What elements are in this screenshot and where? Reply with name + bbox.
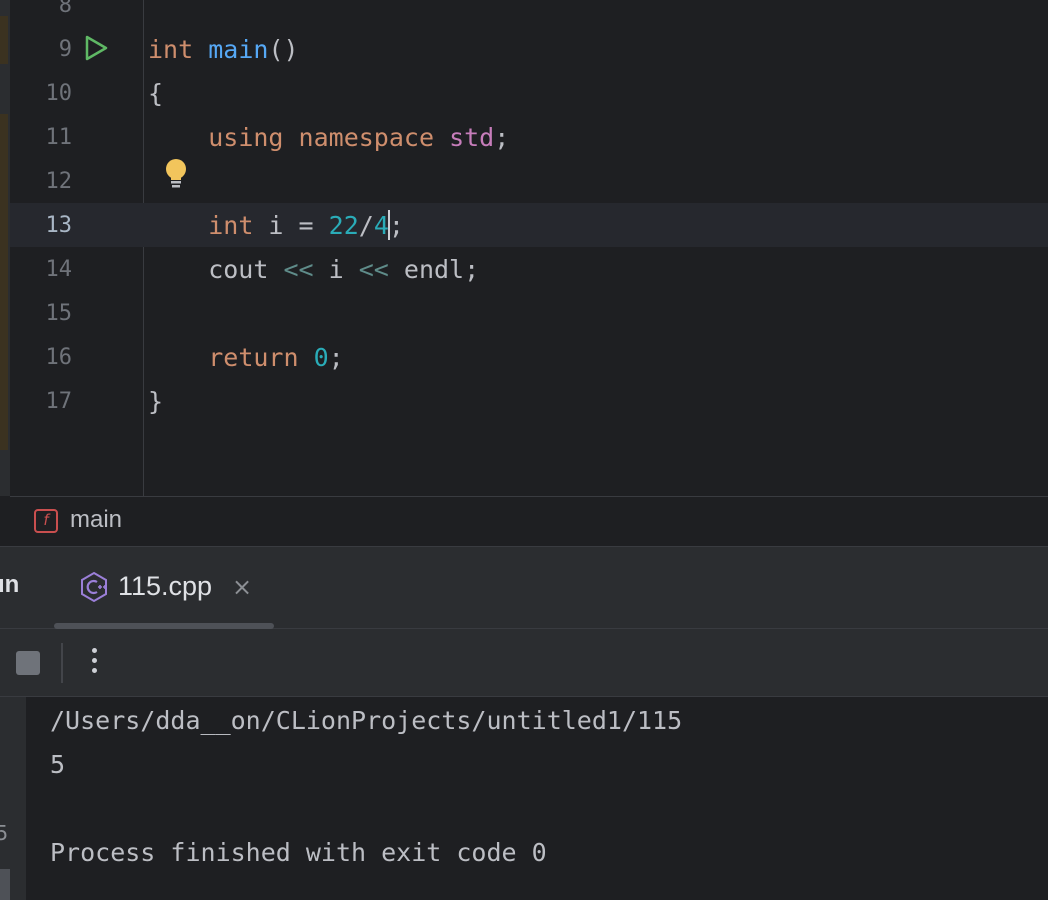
code-token: 4 bbox=[373, 211, 389, 240]
function-icon: f bbox=[34, 509, 58, 533]
tool-window-title: un bbox=[0, 571, 20, 598]
console-output[interactable]: 5 /Users/dda__on/CLionProjects/untitled1… bbox=[0, 697, 1048, 900]
code-line[interactable]: cout << i << endl; bbox=[148, 248, 479, 292]
line-number[interactable]: 16 bbox=[10, 336, 73, 380]
code-line[interactable]: { bbox=[148, 72, 163, 116]
code-token: / bbox=[358, 211, 374, 240]
line-number[interactable]: 8 bbox=[10, 0, 72, 28]
run-tab-bar: un 115.cpp × bbox=[0, 547, 1048, 629]
gutter-scroll-thumb[interactable] bbox=[0, 869, 10, 900]
code-line[interactable]: int i = 22/4; bbox=[148, 204, 404, 248]
code-token: 22 bbox=[328, 211, 359, 240]
run-toolbar bbox=[0, 629, 1048, 697]
code-token: endl; bbox=[388, 255, 480, 284]
toolbar-separator bbox=[61, 643, 63, 683]
console-line: Process finished with exit code 0 bbox=[50, 838, 547, 867]
left-tool-strip bbox=[0, 0, 10, 496]
code-token: i = bbox=[253, 211, 329, 240]
code-token: 0 bbox=[313, 343, 329, 372]
code-token: ; bbox=[388, 211, 404, 240]
gutter-divider bbox=[143, 0, 144, 496]
close-icon[interactable]: × bbox=[232, 573, 252, 601]
more-options-icon[interactable] bbox=[84, 645, 104, 681]
code-line[interactable]: int main() bbox=[148, 28, 299, 72]
code-token: i bbox=[313, 255, 359, 284]
line-number[interactable]: 15 bbox=[10, 292, 73, 336]
code-editor[interactable]: int main() { using namespace std; int i =… bbox=[0, 0, 1048, 496]
cpp-file-icon bbox=[81, 571, 107, 603]
run-main-icon[interactable] bbox=[82, 34, 110, 62]
gutter-glyph: 5 bbox=[0, 821, 9, 845]
code-line[interactable]: } bbox=[148, 380, 163, 424]
code-token: << bbox=[358, 255, 389, 284]
line-number[interactable]: 10 bbox=[10, 72, 73, 116]
tab-label: 115.cpp bbox=[118, 571, 213, 601]
code-token: std bbox=[449, 123, 495, 152]
lightbulb-intention-icon[interactable] bbox=[164, 158, 188, 190]
line-number[interactable]: 13 bbox=[10, 204, 73, 248]
tab-115-cpp[interactable]: 115.cpp × bbox=[54, 547, 274, 629]
code-token: ; bbox=[328, 343, 344, 372]
code-token: namespace bbox=[298, 123, 435, 152]
console-line: 5 bbox=[50, 750, 66, 779]
console-gutter: 5 bbox=[0, 697, 26, 900]
code-token: () bbox=[268, 35, 299, 64]
code-token: using bbox=[208, 123, 284, 152]
line-number[interactable]: 17 bbox=[10, 380, 73, 424]
code-token: } bbox=[148, 387, 164, 416]
code-token: int bbox=[148, 35, 194, 64]
code-token: << bbox=[283, 255, 314, 284]
code-token: { bbox=[148, 79, 164, 108]
line-number[interactable]: 11 bbox=[10, 116, 73, 160]
code-token: cout bbox=[148, 255, 284, 284]
code-token: ; bbox=[494, 123, 510, 152]
line-number[interactable]: 9 bbox=[10, 28, 72, 72]
code-line[interactable]: return 0; bbox=[148, 336, 344, 380]
run-tool-window: un 115.cpp × 5 /Users/dda__on/CLionProje… bbox=[0, 546, 1048, 900]
stop-button[interactable] bbox=[16, 651, 40, 675]
vcs-change-marker[interactable] bbox=[0, 16, 8, 64]
code-token: return bbox=[208, 343, 299, 372]
vcs-change-marker[interactable] bbox=[0, 114, 8, 450]
code-token: main bbox=[208, 35, 269, 64]
line-number[interactable]: 12 bbox=[10, 160, 73, 204]
breadcrumb: f main bbox=[10, 496, 1048, 546]
code-token: int bbox=[208, 211, 254, 240]
code-line[interactable]: using namespace std; bbox=[148, 116, 509, 160]
console-line: /Users/dda__on/CLionProjects/untitled1/1… bbox=[50, 706, 683, 735]
breadcrumb-item-main[interactable]: main bbox=[70, 506, 122, 534]
line-number[interactable]: 14 bbox=[10, 248, 73, 292]
